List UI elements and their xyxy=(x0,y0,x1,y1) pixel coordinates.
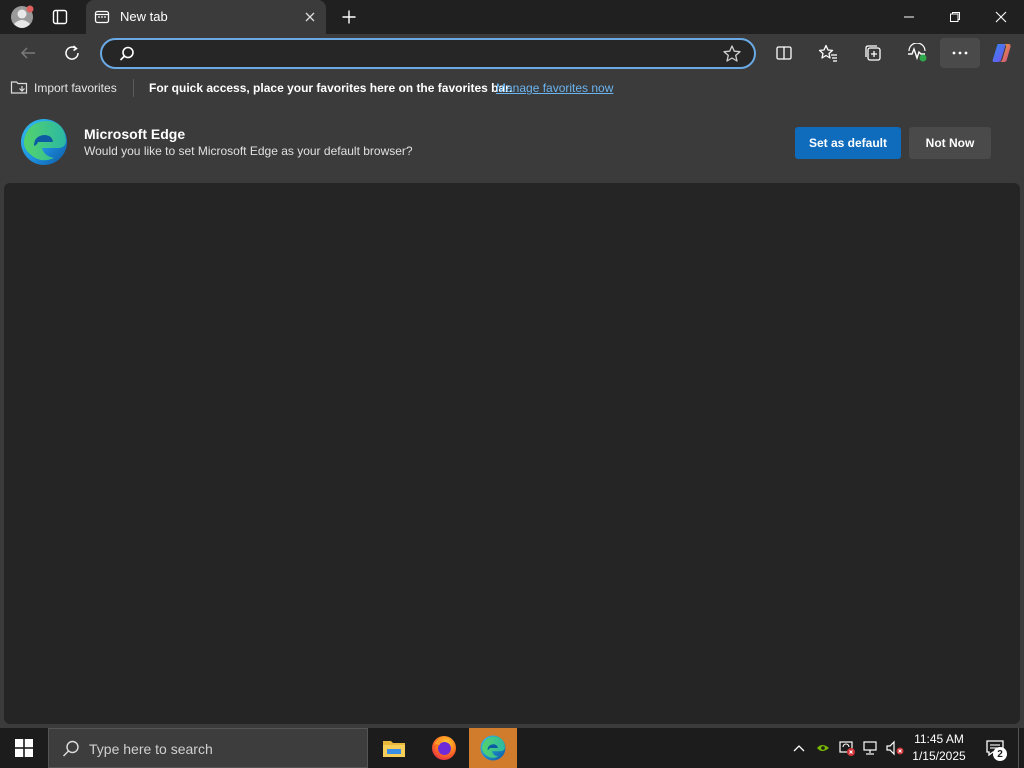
close-icon[interactable] xyxy=(982,4,1020,30)
tab-new-tab[interactable]: New tab xyxy=(86,0,326,34)
address-input[interactable] xyxy=(146,42,706,65)
new-tab-plus-icon[interactable] xyxy=(336,4,362,30)
firefox-icon[interactable] xyxy=(420,728,468,768)
favorites-icon[interactable] xyxy=(812,38,844,68)
split-screen-icon[interactable] xyxy=(768,38,800,68)
system-clock[interactable]: 11:45 AM 1/15/2025 xyxy=(906,731,972,765)
infobar-subtitle: Would you like to set Microsoft Edge as … xyxy=(84,144,413,158)
show-desktop-button[interactable] xyxy=(1018,728,1024,768)
copilot-icon[interactable] xyxy=(986,38,1018,68)
import-favorites-label: Import favorites xyxy=(34,81,117,95)
profile-avatar-icon[interactable] xyxy=(8,4,36,30)
back-arrow-icon[interactable] xyxy=(13,38,43,68)
edge-icon[interactable] xyxy=(469,728,517,768)
clock-date: 1/15/2025 xyxy=(912,749,966,763)
refresh-icon[interactable] xyxy=(57,38,87,68)
favorites-bar: Import favorites For quick access, place… xyxy=(0,72,1024,104)
title-bar: New tab xyxy=(0,0,1024,34)
volume-muted-icon[interactable] xyxy=(884,728,906,768)
search-icon xyxy=(118,45,136,63)
infobar-title: Microsoft Edge xyxy=(84,126,186,142)
restore-icon[interactable] xyxy=(936,4,974,30)
address-bar[interactable] xyxy=(100,38,756,69)
workspaces-icon[interactable] xyxy=(46,4,74,30)
star-icon[interactable] xyxy=(722,44,742,64)
windows-start-icon[interactable] xyxy=(0,728,48,768)
file-explorer-icon[interactable] xyxy=(370,728,418,768)
minimize-icon[interactable] xyxy=(890,4,928,30)
taskbar: Type here to search 11:45 AM 1/15/2025 2 xyxy=(0,728,1024,768)
new-tab-page-icon xyxy=(94,9,110,25)
favorites-bar-message: For quick access, place your favorites h… xyxy=(149,81,513,95)
import-folder-icon xyxy=(10,79,28,98)
page-content-area[interactable] xyxy=(4,183,1020,724)
not-now-button[interactable]: Not Now xyxy=(909,127,991,159)
set-as-default-button[interactable]: Set as default xyxy=(795,127,901,159)
manage-favorites-link[interactable]: Manage favorites now xyxy=(496,81,613,95)
performance-icon[interactable] xyxy=(901,38,933,68)
taskbar-search-icon xyxy=(61,739,81,759)
collections-icon[interactable] xyxy=(857,38,889,68)
close-tab-icon[interactable] xyxy=(302,9,318,25)
import-favorites-button[interactable]: Import favorites xyxy=(10,79,117,97)
windows-update-icon[interactable] xyxy=(836,728,858,768)
default-browser-infobar: Microsoft Edge Would you like to set Mic… xyxy=(0,104,1024,182)
show-hidden-icons-chevron-icon[interactable] xyxy=(788,728,810,768)
taskbar-search-box[interactable]: Type here to search xyxy=(48,728,368,768)
favorites-divider xyxy=(133,79,134,97)
nvidia-icon[interactable] xyxy=(812,728,834,768)
action-center-icon[interactable]: 2 xyxy=(980,728,1010,768)
edge-logo-icon xyxy=(20,118,68,166)
taskbar-search-placeholder: Type here to search xyxy=(89,741,213,757)
network-icon[interactable] xyxy=(860,728,882,768)
more-icon[interactable] xyxy=(940,38,980,68)
tab-title: New tab xyxy=(120,9,168,24)
notification-count-badge: 2 xyxy=(993,747,1007,761)
navigation-toolbar xyxy=(0,34,1024,72)
clock-time: 11:45 AM xyxy=(914,732,964,746)
